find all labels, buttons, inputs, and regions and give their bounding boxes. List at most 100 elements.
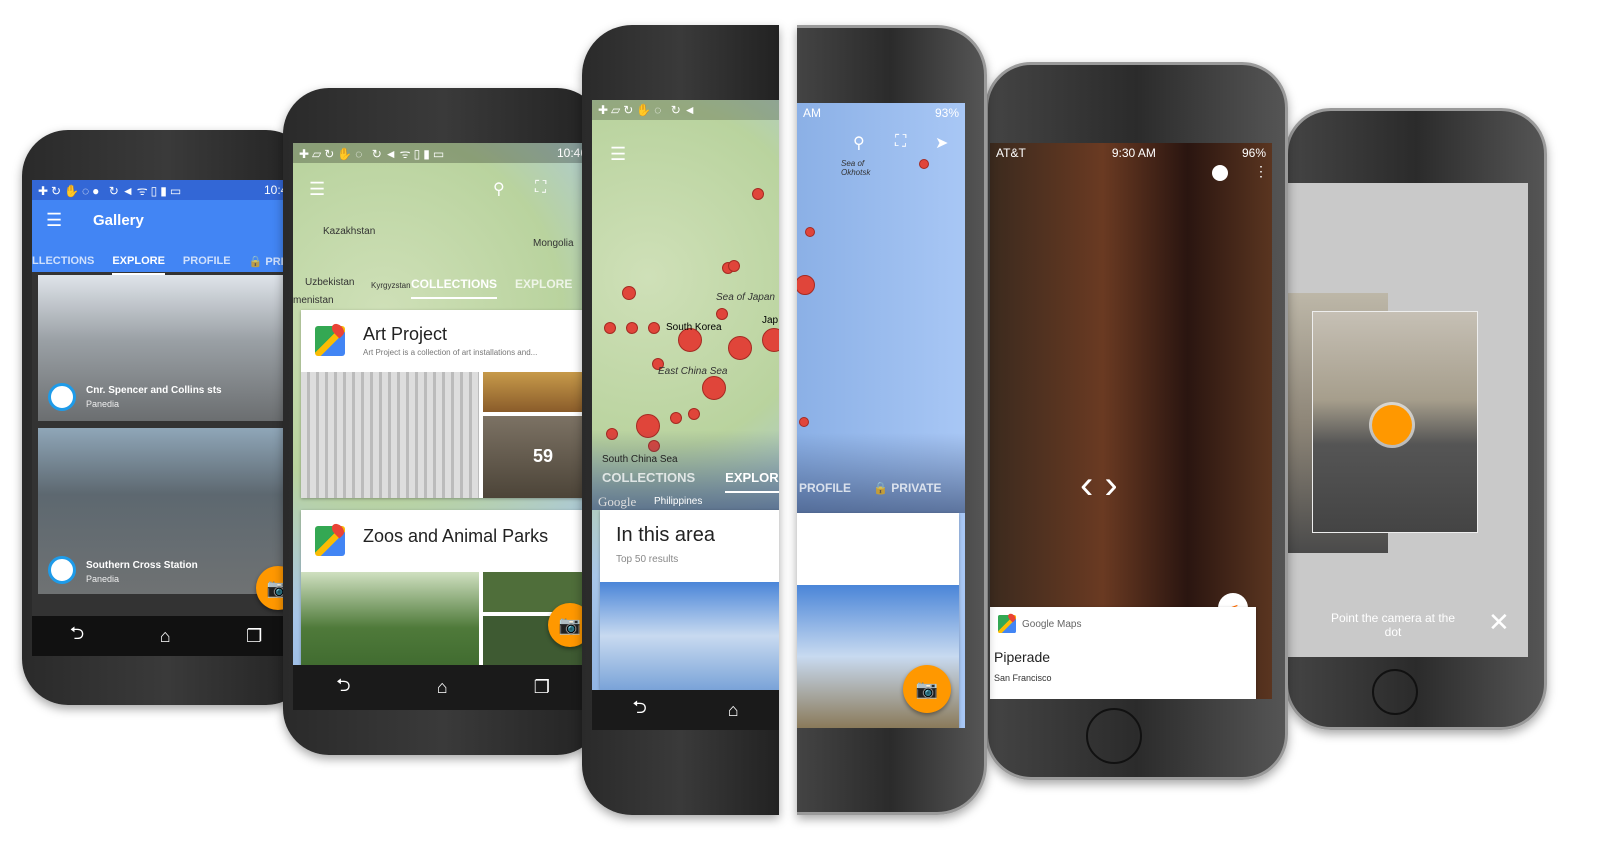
collection-description: Art Project is a collection of art insta… xyxy=(363,348,538,357)
card-subtitle: Top 50 results xyxy=(616,554,679,565)
navigation-arrows[interactable]: ‹ › xyxy=(1080,463,1118,508)
home-icon[interactable]: ⌂ xyxy=(437,677,448,698)
map-label: Kyrgyzstan xyxy=(371,281,411,290)
close-icon[interactable]: ✕ xyxy=(1488,607,1510,638)
home-button[interactable] xyxy=(1086,708,1142,764)
tab-collections[interactable]: LLECTIONS xyxy=(32,255,94,275)
phone-6: Point the camera at the dot ✕ xyxy=(1285,108,1547,730)
battery: 96% xyxy=(1241,146,1266,160)
google-watermark: Google xyxy=(598,494,637,509)
map-marker[interactable] xyxy=(752,188,764,200)
place-city: San Francisco xyxy=(994,673,1052,683)
menu-icon[interactable]: ☰ xyxy=(309,179,325,200)
item-title: Southern Cross Station xyxy=(86,560,198,571)
panorama-icon[interactable]: ⛶ xyxy=(535,179,546,197)
tab-explore[interactable]: EXPLORE xyxy=(725,470,779,493)
capture-instruction: Point the camera at the dot xyxy=(1330,611,1456,639)
app-bar: ☰ Gallery LLECTIONS EXPLORE PROFILE 🔒 PR… xyxy=(32,200,300,275)
phone-2: ✚▱↻✋◌ ↻◄ᯤ▯▮▭ 10:46 ☰ ⚲ ⛶ Kazakhstan Mong… xyxy=(283,88,603,755)
map-label: Jap xyxy=(762,315,779,326)
card-title: In this area xyxy=(616,524,715,546)
carrier: AT&T xyxy=(996,146,1026,160)
search-icon[interactable]: ⚲ xyxy=(493,179,505,199)
tab-collections[interactable]: COLLECTIONS xyxy=(411,277,497,299)
menu-icon[interactable]: ☰ xyxy=(610,144,626,165)
more-icon[interactable]: ⋮ xyxy=(1254,163,1268,180)
map-label: Mongolia xyxy=(533,238,574,249)
map-marker[interactable] xyxy=(716,308,728,320)
google-maps-logo xyxy=(315,526,345,556)
home-button[interactable] xyxy=(1372,669,1418,715)
tab-profile[interactable]: PROFILE xyxy=(183,255,231,275)
tab-private-label: PRIVATE xyxy=(891,481,942,495)
map-marker[interactable] xyxy=(670,412,682,424)
area-card[interactable]: In this area Top 50 results xyxy=(600,510,779,690)
map-marker[interactable] xyxy=(688,408,700,420)
map-marker[interactable] xyxy=(648,322,660,334)
collection-title: Art Project xyxy=(363,324,448,344)
menu-icon[interactable]: ☰ xyxy=(46,210,62,231)
map-label: South Korea xyxy=(666,322,722,333)
phone-1: ✚↻✋◌● ↻◄ᯤ▯▮▭ 10:49 ☰ Gallery LLECTIONS E… xyxy=(22,130,312,705)
collections-screen: ✚▱↻✋◌ ↻◄ᯤ▯▮▭ 10:46 ☰ ⚲ ⛶ Kazakhstan Mong… xyxy=(293,143,593,710)
home-icon[interactable]: ⌂ xyxy=(728,700,739,721)
map-marker[interactable] xyxy=(797,275,815,295)
panedia-avatar xyxy=(48,556,76,584)
phone-4: AM 93% ⚲ ⛶ ➤ Sea of Okhotsk PROFILE 🔒 PR… xyxy=(797,25,987,815)
result-photo xyxy=(600,582,779,690)
back-icon[interactable]: ⮌ xyxy=(632,695,646,725)
tab-explore[interactable]: EXPLORE xyxy=(112,255,165,275)
status-icons: ✚▱↻✋◌ ↻◄ xyxy=(598,103,699,117)
compass-icon[interactable] xyxy=(1212,165,1228,181)
nav-bar: ⮌ ⌂ ❐ xyxy=(293,665,593,710)
map-marker[interactable] xyxy=(626,322,638,334)
map-label: menistan xyxy=(293,295,334,306)
home-icon[interactable]: ⌂ xyxy=(160,626,171,647)
back-icon[interactable]: ⮌ xyxy=(336,673,350,703)
status-bar: AM 93% xyxy=(797,103,965,123)
tab-private[interactable]: 🔒 PRIVATE xyxy=(873,481,942,495)
map-marker[interactable] xyxy=(604,322,616,334)
collection-card[interactable]: Art Project Art Project is a collection … xyxy=(301,310,593,498)
location-icon[interactable]: ➤ xyxy=(935,133,948,153)
gallery-screen: ✚↻✋◌● ↻◄ᯤ▯▮▭ 10:49 ☰ Gallery LLECTIONS E… xyxy=(32,180,300,656)
search-icon[interactable]: ⚲ xyxy=(853,133,865,153)
battery: 93% xyxy=(934,106,959,120)
map-label: Philippines xyxy=(654,496,703,507)
map-marker[interactable] xyxy=(622,286,636,300)
map-label: South China Sea xyxy=(602,454,678,465)
map-label: Sea of Japan xyxy=(716,292,775,303)
list-item[interactable]: Cnr. Spencer and Collins sts Panedia xyxy=(38,275,300,421)
map-marker[interactable] xyxy=(702,376,726,400)
item-title: Cnr. Spencer and Collins sts xyxy=(86,385,222,396)
tab-explore[interactable]: EXPLORE xyxy=(515,277,572,299)
map-marker[interactable] xyxy=(799,417,809,427)
map-marker[interactable] xyxy=(919,159,929,169)
back-icon[interactable]: ⮌ xyxy=(70,621,84,651)
map-marker[interactable] xyxy=(762,328,779,352)
collection-title: Zoos and Animal Parks xyxy=(363,526,549,546)
recents-icon[interactable]: ❐ xyxy=(246,626,262,647)
status-time: AM xyxy=(803,106,821,120)
item-author: Panedia xyxy=(86,399,120,409)
map-marker[interactable] xyxy=(805,227,815,237)
map-label: Sea of Okhotsk xyxy=(841,159,871,177)
status-bar: ✚↻✋◌● ↻◄ᯤ▯▮▭ 10:49 xyxy=(32,180,300,200)
recents-icon[interactable]: ❐ xyxy=(534,677,550,698)
map-marker[interactable] xyxy=(728,336,752,360)
place-card[interactable]: Google Maps Piperade San Francisco xyxy=(990,607,1256,699)
map-marker[interactable] xyxy=(728,260,740,272)
collection-photo xyxy=(301,372,479,498)
explore-map-screen: ✚▱↻✋◌ ↻◄ ☰ Sea of Japan South Korea East… xyxy=(592,100,779,690)
map-label: East China Sea xyxy=(658,366,728,377)
list-item[interactable]: Southern Cross Station Panedia xyxy=(38,428,300,594)
target-dot[interactable] xyxy=(1372,405,1412,445)
source-label: Google Maps xyxy=(1022,619,1082,630)
street-view-screen: AT&T 9:30 AM 96% ⋮ ‹ › ⋖ Google Maps Pip… xyxy=(990,143,1272,699)
tab-profile[interactable]: PROFILE xyxy=(799,481,851,495)
camera-button[interactable]: 📷 xyxy=(903,665,951,713)
panedia-avatar xyxy=(48,383,76,411)
tab-collections[interactable]: COLLECTIONS xyxy=(602,470,695,493)
status-bar: ✚▱↻✋◌ ↻◄ xyxy=(592,100,779,120)
panorama-icon[interactable]: ⛶ xyxy=(895,133,906,151)
